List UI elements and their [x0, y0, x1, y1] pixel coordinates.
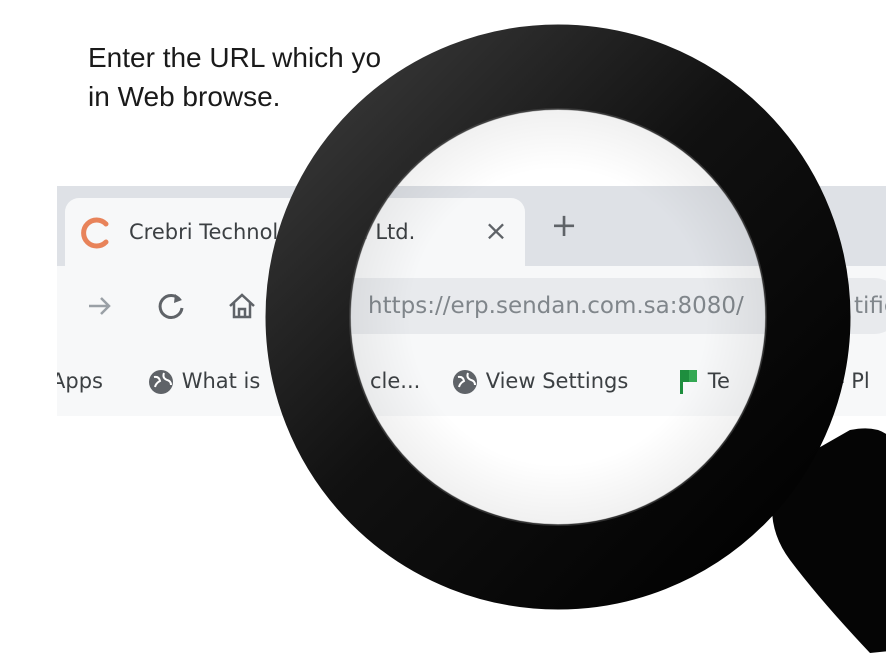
bookmark-view-settings[interactable]: View Settings	[451, 364, 628, 398]
tab-title: Crebri Technol	[129, 220, 279, 244]
url-text: https://erp.sendan.com.sa:8080/	[368, 293, 744, 319]
flag-icon	[680, 370, 697, 394]
bookmark-what-is[interactable]: What is	[147, 364, 260, 398]
browser-window: Crebri Technol . Ltd. × + https://erp.se…	[57, 186, 886, 416]
forward-arrow-icon[interactable]	[79, 286, 119, 326]
instruction-text: Enter the URL which yo n ERP in Web browse…	[88, 38, 788, 116]
globe-icon	[453, 370, 477, 394]
bookmarks-bar: Apps What is cle... View Settings Te h -…	[57, 346, 886, 416]
bookmark-tail[interactable]: h - Pl	[817, 364, 870, 398]
browser-toolbar: https://erp.sendan.com.sa:8080/ tific	[57, 266, 886, 346]
reload-icon[interactable]	[151, 286, 191, 326]
browser-tab[interactable]: Crebri Technol . Ltd. ×	[65, 198, 525, 266]
crebri-logo-icon	[81, 217, 109, 249]
address-bar[interactable]: https://erp.sendan.com.sa:8080/ tific	[302, 278, 886, 334]
globe-icon	[149, 370, 173, 394]
tab-close-icon[interactable]: ×	[481, 214, 511, 248]
instruction-line1-left: Enter the URL which yo	[88, 42, 382, 73]
tab-title-tail: . Ltd.	[362, 220, 416, 244]
bookmark-label: View Settings	[485, 369, 629, 393]
instruction-line1-right: n ERP	[583, 42, 665, 73]
bookmark-cle[interactable]: cle...	[370, 364, 420, 398]
bookmark-apps[interactable]: Apps	[57, 364, 103, 398]
new-tab-button[interactable]: +	[549, 208, 579, 242]
bookmark-label: What is	[181, 369, 261, 393]
instruction-line2: in Web browse.	[88, 81, 281, 112]
url-text-tail: tific	[854, 293, 886, 319]
home-icon[interactable]	[222, 286, 262, 326]
bookmark-label: Te	[707, 369, 730, 393]
bookmark-te[interactable]: Te	[677, 364, 730, 398]
